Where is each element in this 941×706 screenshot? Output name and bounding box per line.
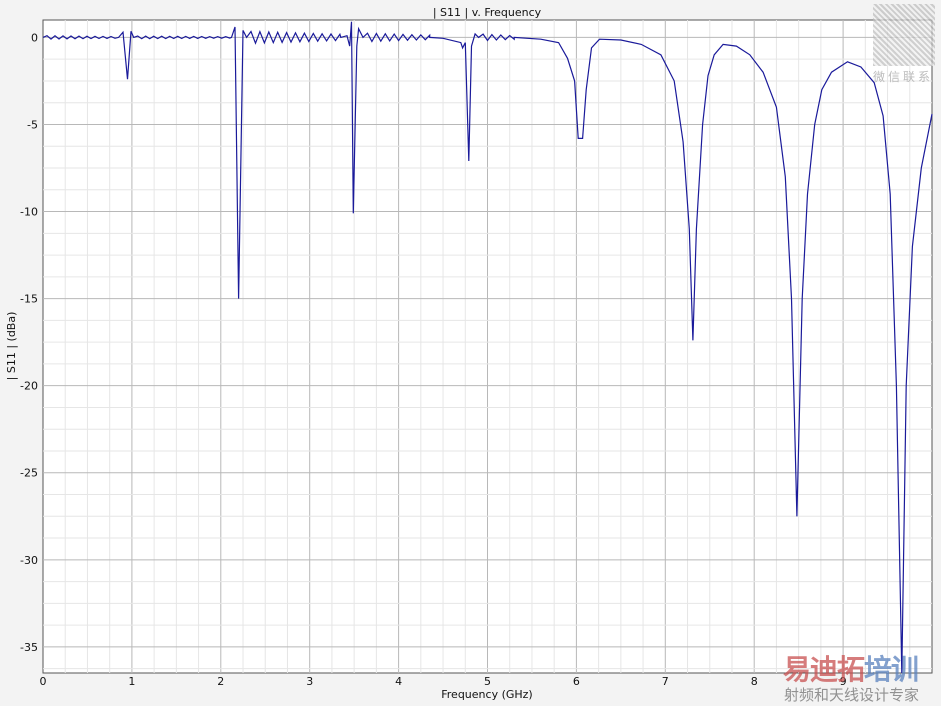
chart-title: | S11 | v. Frequency [433,6,542,19]
x-tick-label: 5 [484,675,491,688]
x-tick-label: 7 [662,675,669,688]
brand-b: 培训 [864,653,919,686]
y-tick-label: -20 [20,380,38,393]
y-tick-label: -25 [20,467,38,480]
x-tick-label: 6 [573,675,580,688]
y-tick-label: -10 [20,206,38,219]
x-tick-label: 3 [306,675,313,688]
brand-watermark: 易迪拓培训 [783,648,919,688]
y-tick-label: -35 [20,641,38,654]
qr-code-watermark [873,4,935,66]
y-axis-label: | S11 | (dBa) [5,312,18,381]
chart-window: 0 1 2 3 4 5 6 7 8 9 0 -5 -10 -15 -20 -25 -30 -35 | S11 | … [0,0,941,706]
y-tick-label: 0 [31,31,38,44]
x-tick-label: 1 [128,675,135,688]
y-tick-label: -30 [20,554,38,567]
s11-chart: 0 1 2 3 4 5 6 7 8 90-5-10-15-20-25-30-35 | S11 | … [5,6,933,701]
x-tick-label: 4 [395,675,402,688]
y-tick-label: -15 [20,293,38,306]
tagline-watermark: 射频和天线设计专家 [784,686,920,704]
x-tick-label: 8 [751,675,758,688]
brand-a: 易迪拓 [783,653,865,686]
qr-label: 微信联系 [873,70,934,84]
y-tick-label: -5 [27,118,38,131]
x-axis-label: Frequency (GHz) [441,688,532,701]
x-tick-label: 0 [40,675,47,688]
x-tick-label: 2 [217,675,224,688]
